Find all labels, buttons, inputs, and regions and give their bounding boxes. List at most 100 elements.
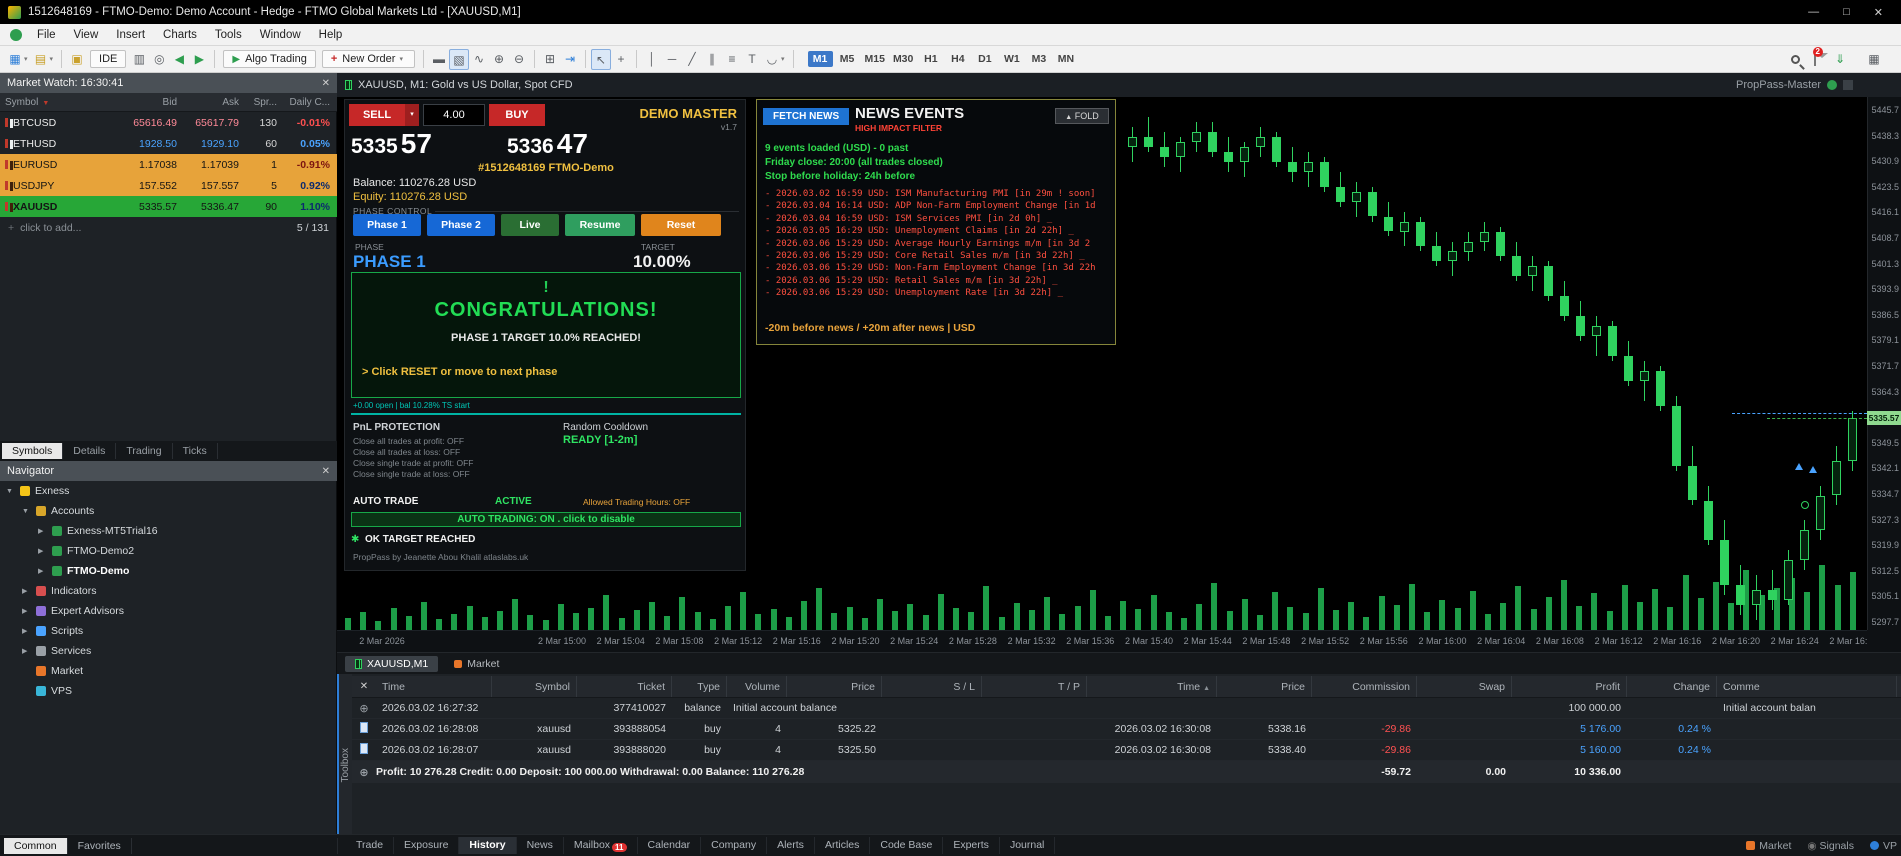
timeframe-w1[interactable]: W1 [999, 51, 1024, 67]
timeframe-m30[interactable]: M30 [890, 51, 916, 67]
table-row[interactable]: 2026.03.02 16:28:08xauusd393888054buy453… [352, 719, 1901, 740]
fibonacci-icon[interactable]: ≡ [722, 49, 742, 70]
tab-details[interactable]: Details [63, 443, 116, 459]
column-price-9[interactable]: Price [1217, 676, 1312, 697]
expand-icon[interactable]: ▶ [22, 627, 34, 635]
market-status[interactable]: Market [1746, 840, 1791, 852]
expand-icon[interactable]: ▼ [22, 508, 34, 515]
close-icon[interactable]: ✕ [322, 466, 330, 477]
nav-item-exness[interactable]: ▼Exness [0, 481, 337, 501]
cursor-icon[interactable]: ↖ [591, 49, 611, 70]
buy-button[interactable]: BUY [489, 104, 545, 126]
menu-help[interactable]: Help [310, 29, 352, 41]
toolbox-columns[interactable]: ✕TimeSymbolTicketTypeVolumePriceS / LT /… [352, 676, 1901, 698]
horizontal-line-icon[interactable]: ─ [662, 49, 682, 70]
menu-view[interactable]: View [65, 29, 108, 41]
close-icon[interactable]: ✕ [322, 78, 330, 89]
phase-button-reset[interactable]: Reset [641, 214, 721, 236]
lot-size-input[interactable]: 4.00 [423, 104, 485, 126]
expand-icon[interactable]: ▶ [22, 587, 34, 595]
expand-icon[interactable]: ▶ [22, 607, 34, 615]
panel-left-icon[interactable]: ◀ [169, 49, 189, 70]
algo-trading-button[interactable]: ▶Algo Trading [223, 50, 315, 68]
ea-smiley-icon[interactable] [1827, 80, 1837, 90]
tile-windows-icon[interactable]: ⊞ [540, 49, 560, 70]
tab-favorites[interactable]: Favorites [68, 838, 132, 854]
fold-button[interactable]: ▲ FOLD [1055, 108, 1109, 124]
nav-item-services[interactable]: ▶Services [0, 641, 337, 661]
tab-market[interactable]: Market [444, 656, 509, 672]
column-symbol-1[interactable]: Symbol [492, 676, 577, 697]
line-chart-icon[interactable]: ∿ [469, 49, 489, 70]
toolbox-tab-journal[interactable]: Journal [1000, 837, 1055, 854]
price-scale[interactable]: 5445.75438.35430.95423.55416.15408.75401… [1867, 97, 1901, 630]
toolbox-tab-calendar[interactable]: Calendar [638, 837, 702, 854]
sell-dropdown-icon[interactable]: ▾ [405, 104, 419, 126]
toolbox-tab-history[interactable]: History [459, 837, 516, 854]
column-type-3[interactable]: Type [672, 676, 727, 697]
menu-insert[interactable]: Insert [107, 29, 154, 41]
column-comme-14[interactable]: Comme [1717, 676, 1897, 697]
column-t-p-7[interactable]: T / P [982, 676, 1087, 697]
market-watch-columns[interactable]: Symbol▼BidAskSpr...Daily C... [0, 93, 337, 112]
chart-plot[interactable]: SELL ▾ 4.00 BUY DEMO MASTER v1.7 5335 57… [337, 97, 1867, 630]
tab-common[interactable]: Common [4, 838, 68, 854]
toolbox-tab-articles[interactable]: Articles [815, 837, 870, 854]
column-daily-c-[interactable]: Daily C... [282, 97, 335, 108]
market-row-eurusd[interactable]: EURUSD1.170381.170391-0.91% [0, 154, 337, 175]
algo-signal-icon[interactable]: ◎ [149, 49, 169, 70]
candlestick-chart-icon[interactable]: ▧ [449, 49, 469, 70]
phase-button-phase-2[interactable]: Phase 2 [427, 214, 495, 236]
expand-icon[interactable]: ▶ [22, 647, 34, 655]
column-swap-11[interactable]: Swap [1417, 676, 1512, 697]
column-time-8[interactable]: Time▲ [1087, 676, 1217, 697]
ide-button[interactable]: IDE [90, 50, 126, 68]
nav-item-ftmo-demo[interactable]: ▶FTMO-Demo [0, 561, 337, 581]
nav-item-vps[interactable]: VPS [0, 681, 337, 701]
toolbox-tab-company[interactable]: Company [701, 837, 767, 854]
timeframe-d1[interactable]: D1 [972, 51, 997, 67]
table-row[interactable]: 2026.03.02 16:28:07xauusd393888020buy453… [352, 740, 1901, 761]
timeframe-m15[interactable]: M15 [862, 51, 888, 67]
column-profit-12[interactable]: Profit [1512, 676, 1627, 697]
column-symbol[interactable]: Symbol▼ [0, 97, 110, 108]
chart-window-icon[interactable]: ▥ [129, 49, 149, 70]
column-ask[interactable]: Ask [182, 97, 244, 108]
expand-icon[interactable]: ▶ [38, 547, 50, 555]
timeframe-h1[interactable]: H1 [918, 51, 943, 67]
phase-button-resume[interactable]: Resume [565, 214, 635, 236]
timeframe-h4[interactable]: H4 [945, 51, 970, 67]
toolbox-tab-code-base[interactable]: Code Base [870, 837, 943, 854]
toolbox-strip[interactable]: Toolbox [337, 674, 352, 856]
vertical-line-icon[interactable]: │ [642, 49, 662, 70]
time-axis[interactable]: 2 Mar 20262 Mar 15:002 Mar 15:042 Mar 15… [337, 630, 1867, 652]
trendline-icon[interactable]: ╱ [682, 49, 702, 70]
zoom-out-icon[interactable]: ⊖ [509, 49, 529, 70]
expand-icon[interactable]: ▶ [38, 567, 50, 575]
column-time-0[interactable]: Time [376, 676, 492, 697]
profiles-icon[interactable]: ▤ [31, 49, 51, 70]
new-chart-icon[interactable]: ▦ [5, 49, 25, 70]
download-icon[interactable]: ⇓ [1830, 49, 1850, 70]
phase-button-phase-1[interactable]: Phase 1 [353, 214, 421, 236]
chevron-down-icon[interactable]: ▾ [781, 55, 785, 63]
nav-item-ftmo-demo2[interactable]: ▶FTMO-Demo2 [0, 541, 337, 561]
market-row-xauusd[interactable]: XAUUSD5335.575336.47901.10% [0, 196, 337, 217]
menu-tools[interactable]: Tools [206, 29, 251, 41]
nav-item-expert-advisors[interactable]: ▶Expert Advisors [0, 601, 337, 621]
market-row-ethusd[interactable]: ETHUSD1928.501929.10600.05% [0, 133, 337, 154]
chevron-down-icon[interactable]: ▾ [24, 55, 28, 63]
expand-icon[interactable]: ▼ [6, 488, 18, 495]
column-change-13[interactable]: Change [1627, 676, 1717, 697]
add-symbol-row[interactable]: + click to add... 5 / 131 [0, 217, 337, 238]
layout-icon[interactable]: ▦ [1864, 49, 1884, 70]
nav-item-market[interactable]: Market [0, 661, 337, 681]
table-row[interactable]: ⊕2026.03.02 16:27:32377410027balanceInit… [352, 698, 1901, 719]
zoom-in-icon[interactable]: ⊕ [489, 49, 509, 70]
nav-item-indicators[interactable]: ▶Indicators [0, 581, 337, 601]
timeframe-m1[interactable]: M1 [808, 51, 833, 67]
expand-icon[interactable]: ▶ [38, 527, 50, 535]
column-volume-4[interactable]: Volume [727, 676, 787, 697]
autoscroll-icon[interactable]: ⇥ [560, 49, 580, 70]
column-bid[interactable]: Bid [110, 97, 182, 108]
